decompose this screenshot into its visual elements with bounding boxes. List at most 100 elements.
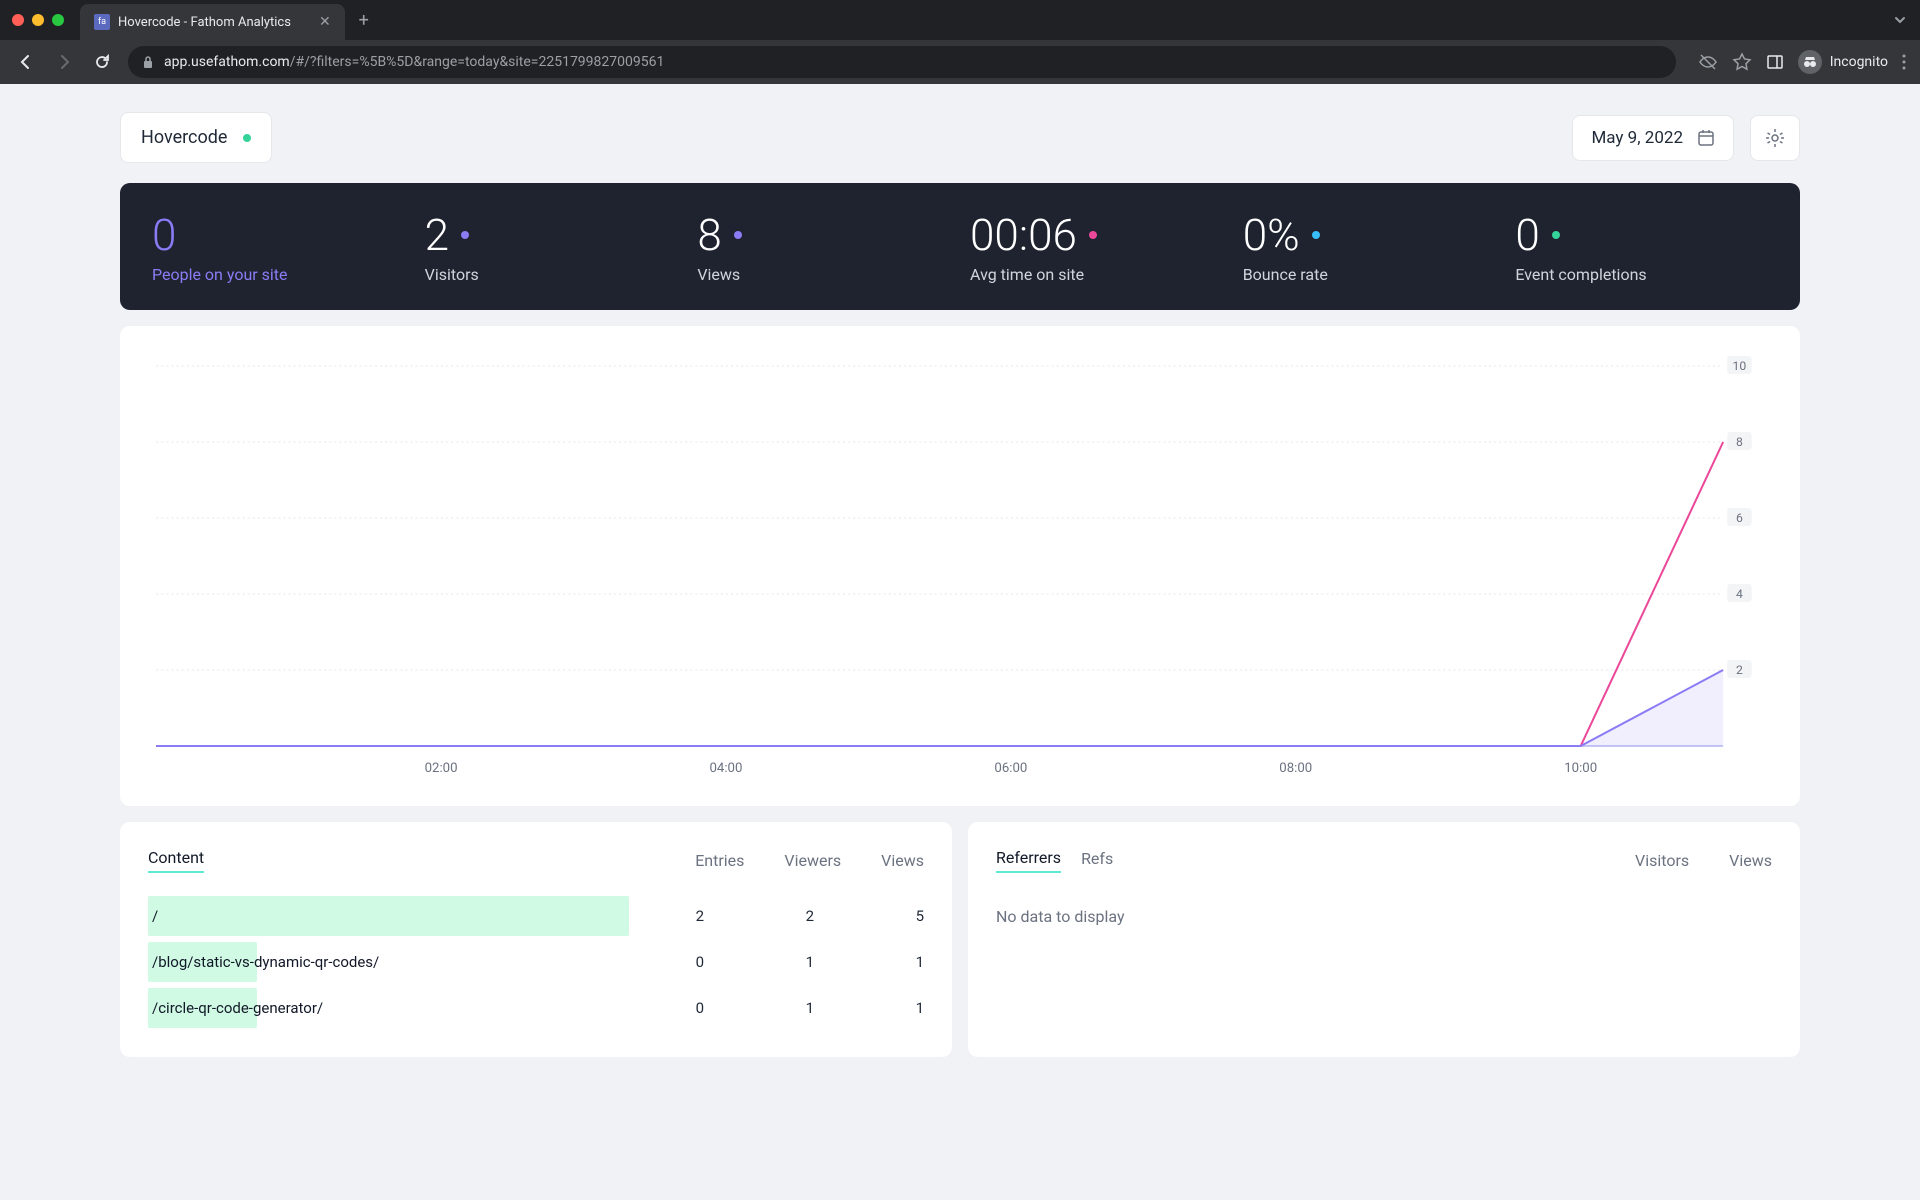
gear-icon <box>1765 128 1785 148</box>
incognito-label: Incognito <box>1830 54 1888 70</box>
lock-icon <box>142 55 154 69</box>
row-viewers: 1 <box>744 999 814 1017</box>
metric[interactable]: 8 Views <box>697 209 950 284</box>
row-numbers: 0 1 1 <box>634 953 924 971</box>
col-views: Views <box>1729 851 1772 870</box>
col-views: Views <box>881 851 924 870</box>
no-data-message: No data to display <box>996 893 1772 940</box>
referrers-columns: Visitors Views <box>1635 851 1772 870</box>
metric-value: 0% <box>1243 209 1496 261</box>
svg-text:8: 8 <box>1736 435 1743 449</box>
tab-referrers[interactable]: Referrers <box>996 848 1061 873</box>
table-row[interactable]: /circle-qr-code-generator/ 0 1 1 <box>148 985 924 1031</box>
close-window-button[interactable] <box>12 14 24 26</box>
calendar-icon <box>1697 129 1715 147</box>
row-viewers: 2 <box>744 907 814 925</box>
url-path: /#/?filters=%5B%5D&range=today&site=2251… <box>290 54 665 70</box>
row-views: 5 <box>854 907 924 925</box>
browser-tab[interactable]: fa Hovercode - Fathom Analytics ✕ <box>80 4 345 40</box>
svg-text:08:00: 08:00 <box>1279 761 1312 776</box>
svg-text:06:00: 06:00 <box>994 761 1027 776</box>
metric-value: 2 <box>425 209 678 261</box>
tab-refs[interactable]: Refs <box>1081 849 1113 872</box>
row-numbers: 2 2 5 <box>634 907 924 925</box>
table-row[interactable]: / 2 2 5 <box>148 893 924 939</box>
svg-text:02:00: 02:00 <box>425 761 458 776</box>
incognito-badge[interactable]: Incognito <box>1798 50 1888 74</box>
panel-icon[interactable] <box>1766 53 1784 71</box>
favicon: fa <box>94 14 110 30</box>
metric-value: 8 <box>697 209 950 261</box>
col-entries: Entries <box>695 851 744 870</box>
svg-text:2: 2 <box>1736 663 1743 677</box>
incognito-icon <box>1798 50 1822 74</box>
star-icon[interactable] <box>1732 52 1752 72</box>
browser-tab-bar: fa Hovercode - Fathom Analytics ✕ + <box>0 0 1920 40</box>
metric-value: 0 <box>152 209 405 261</box>
new-tab-button[interactable]: + <box>359 10 369 31</box>
tables-row: Content Entries Viewers Views / 2 2 5 /b… <box>120 822 1800 1057</box>
settings-button[interactable] <box>1750 115 1800 161</box>
date-range-picker[interactable]: May 9, 2022 <box>1572 115 1734 161</box>
site-name: Hovercode <box>141 127 227 148</box>
forward-button[interactable] <box>52 50 76 74</box>
back-button[interactable] <box>14 50 38 74</box>
row-path: /circle-qr-code-generator/ <box>148 999 323 1017</box>
eye-off-icon[interactable] <box>1698 52 1718 72</box>
tab-title: Hovercode - Fathom Analytics <box>118 15 291 30</box>
close-tab-icon[interactable]: ✕ <box>319 14 331 30</box>
metric-dot-icon <box>1552 231 1560 239</box>
minimize-window-button[interactable] <box>32 14 44 26</box>
col-viewers: Viewers <box>784 851 841 870</box>
content-table-header: Content Entries Viewers Views <box>148 848 924 873</box>
row-bar <box>148 896 629 936</box>
svg-text:4: 4 <box>1736 587 1743 601</box>
row-path: / <box>148 907 158 925</box>
content-columns: Entries Viewers Views <box>695 851 924 870</box>
row-path: /blog/static-vs-dynamic-qr-codes/ <box>148 953 379 971</box>
tabs-overflow-icon[interactable] <box>1892 12 1908 28</box>
metric-label: People on your site <box>152 265 405 284</box>
row-views: 1 <box>854 999 924 1017</box>
metric-dot-icon <box>734 231 742 239</box>
site-selector[interactable]: Hovercode <box>120 112 272 163</box>
metrics-bar: 0 People on your site 2 Visitors 8 Views 00:06… <box>120 183 1800 310</box>
metric-value: 00:06 <box>970 209 1223 261</box>
metric-dot-icon <box>461 231 469 239</box>
metric-label: Views <box>697 265 950 284</box>
metric[interactable]: 00:06 Avg time on site <box>970 209 1223 284</box>
maximize-window-button[interactable] <box>52 14 64 26</box>
row-entries: 0 <box>634 953 704 971</box>
content-table: Content Entries Viewers Views / 2 2 5 /b… <box>120 822 952 1057</box>
chart-svg: 24681002:0004:0006:0008:0010:00 <box>146 356 1774 786</box>
table-row[interactable]: /blog/static-vs-dynamic-qr-codes/ 0 1 1 <box>148 939 924 985</box>
row-entries: 0 <box>634 999 704 1017</box>
reload-button[interactable] <box>90 50 114 74</box>
metric[interactable]: 2 Visitors <box>425 209 678 284</box>
address-bar[interactable]: app.usefathom.com/#/?filters=%5B%5D&rang… <box>128 46 1676 78</box>
browser-toolbar: app.usefathom.com/#/?filters=%5B%5D&rang… <box>0 40 1920 84</box>
row-viewers: 1 <box>744 953 814 971</box>
svg-text:6: 6 <box>1736 511 1743 525</box>
metric[interactable]: 0%Bounce rate <box>1243 209 1496 284</box>
metric-label: Avg time on site <box>970 265 1223 284</box>
metric-label: Event completions <box>1515 265 1768 284</box>
browser-actions: Incognito <box>1698 50 1906 74</box>
window-controls <box>12 14 64 26</box>
row-entries: 2 <box>634 907 704 925</box>
metric-value: 0 <box>1515 209 1768 261</box>
tab-content[interactable]: Content <box>148 848 204 873</box>
metric[interactable]: 0 Event completions <box>1515 209 1768 284</box>
menu-icon[interactable] <box>1902 54 1906 70</box>
metric[interactable]: 0 People on your site <box>152 209 405 284</box>
row-views: 1 <box>854 953 924 971</box>
dashboard-page: Hovercode May 9, 2022 0 People on your si… <box>0 84 1920 1085</box>
metric-dot-icon <box>1312 231 1320 239</box>
metric-dot-icon <box>1089 231 1097 239</box>
svg-text:10:00: 10:00 <box>1564 761 1597 776</box>
date-label: May 9, 2022 <box>1591 128 1683 148</box>
url-domain: app.usefathom.com <box>164 54 290 70</box>
live-indicator-icon <box>243 134 251 142</box>
metric-label: Visitors <box>425 265 678 284</box>
col-visitors: Visitors <box>1635 851 1689 870</box>
